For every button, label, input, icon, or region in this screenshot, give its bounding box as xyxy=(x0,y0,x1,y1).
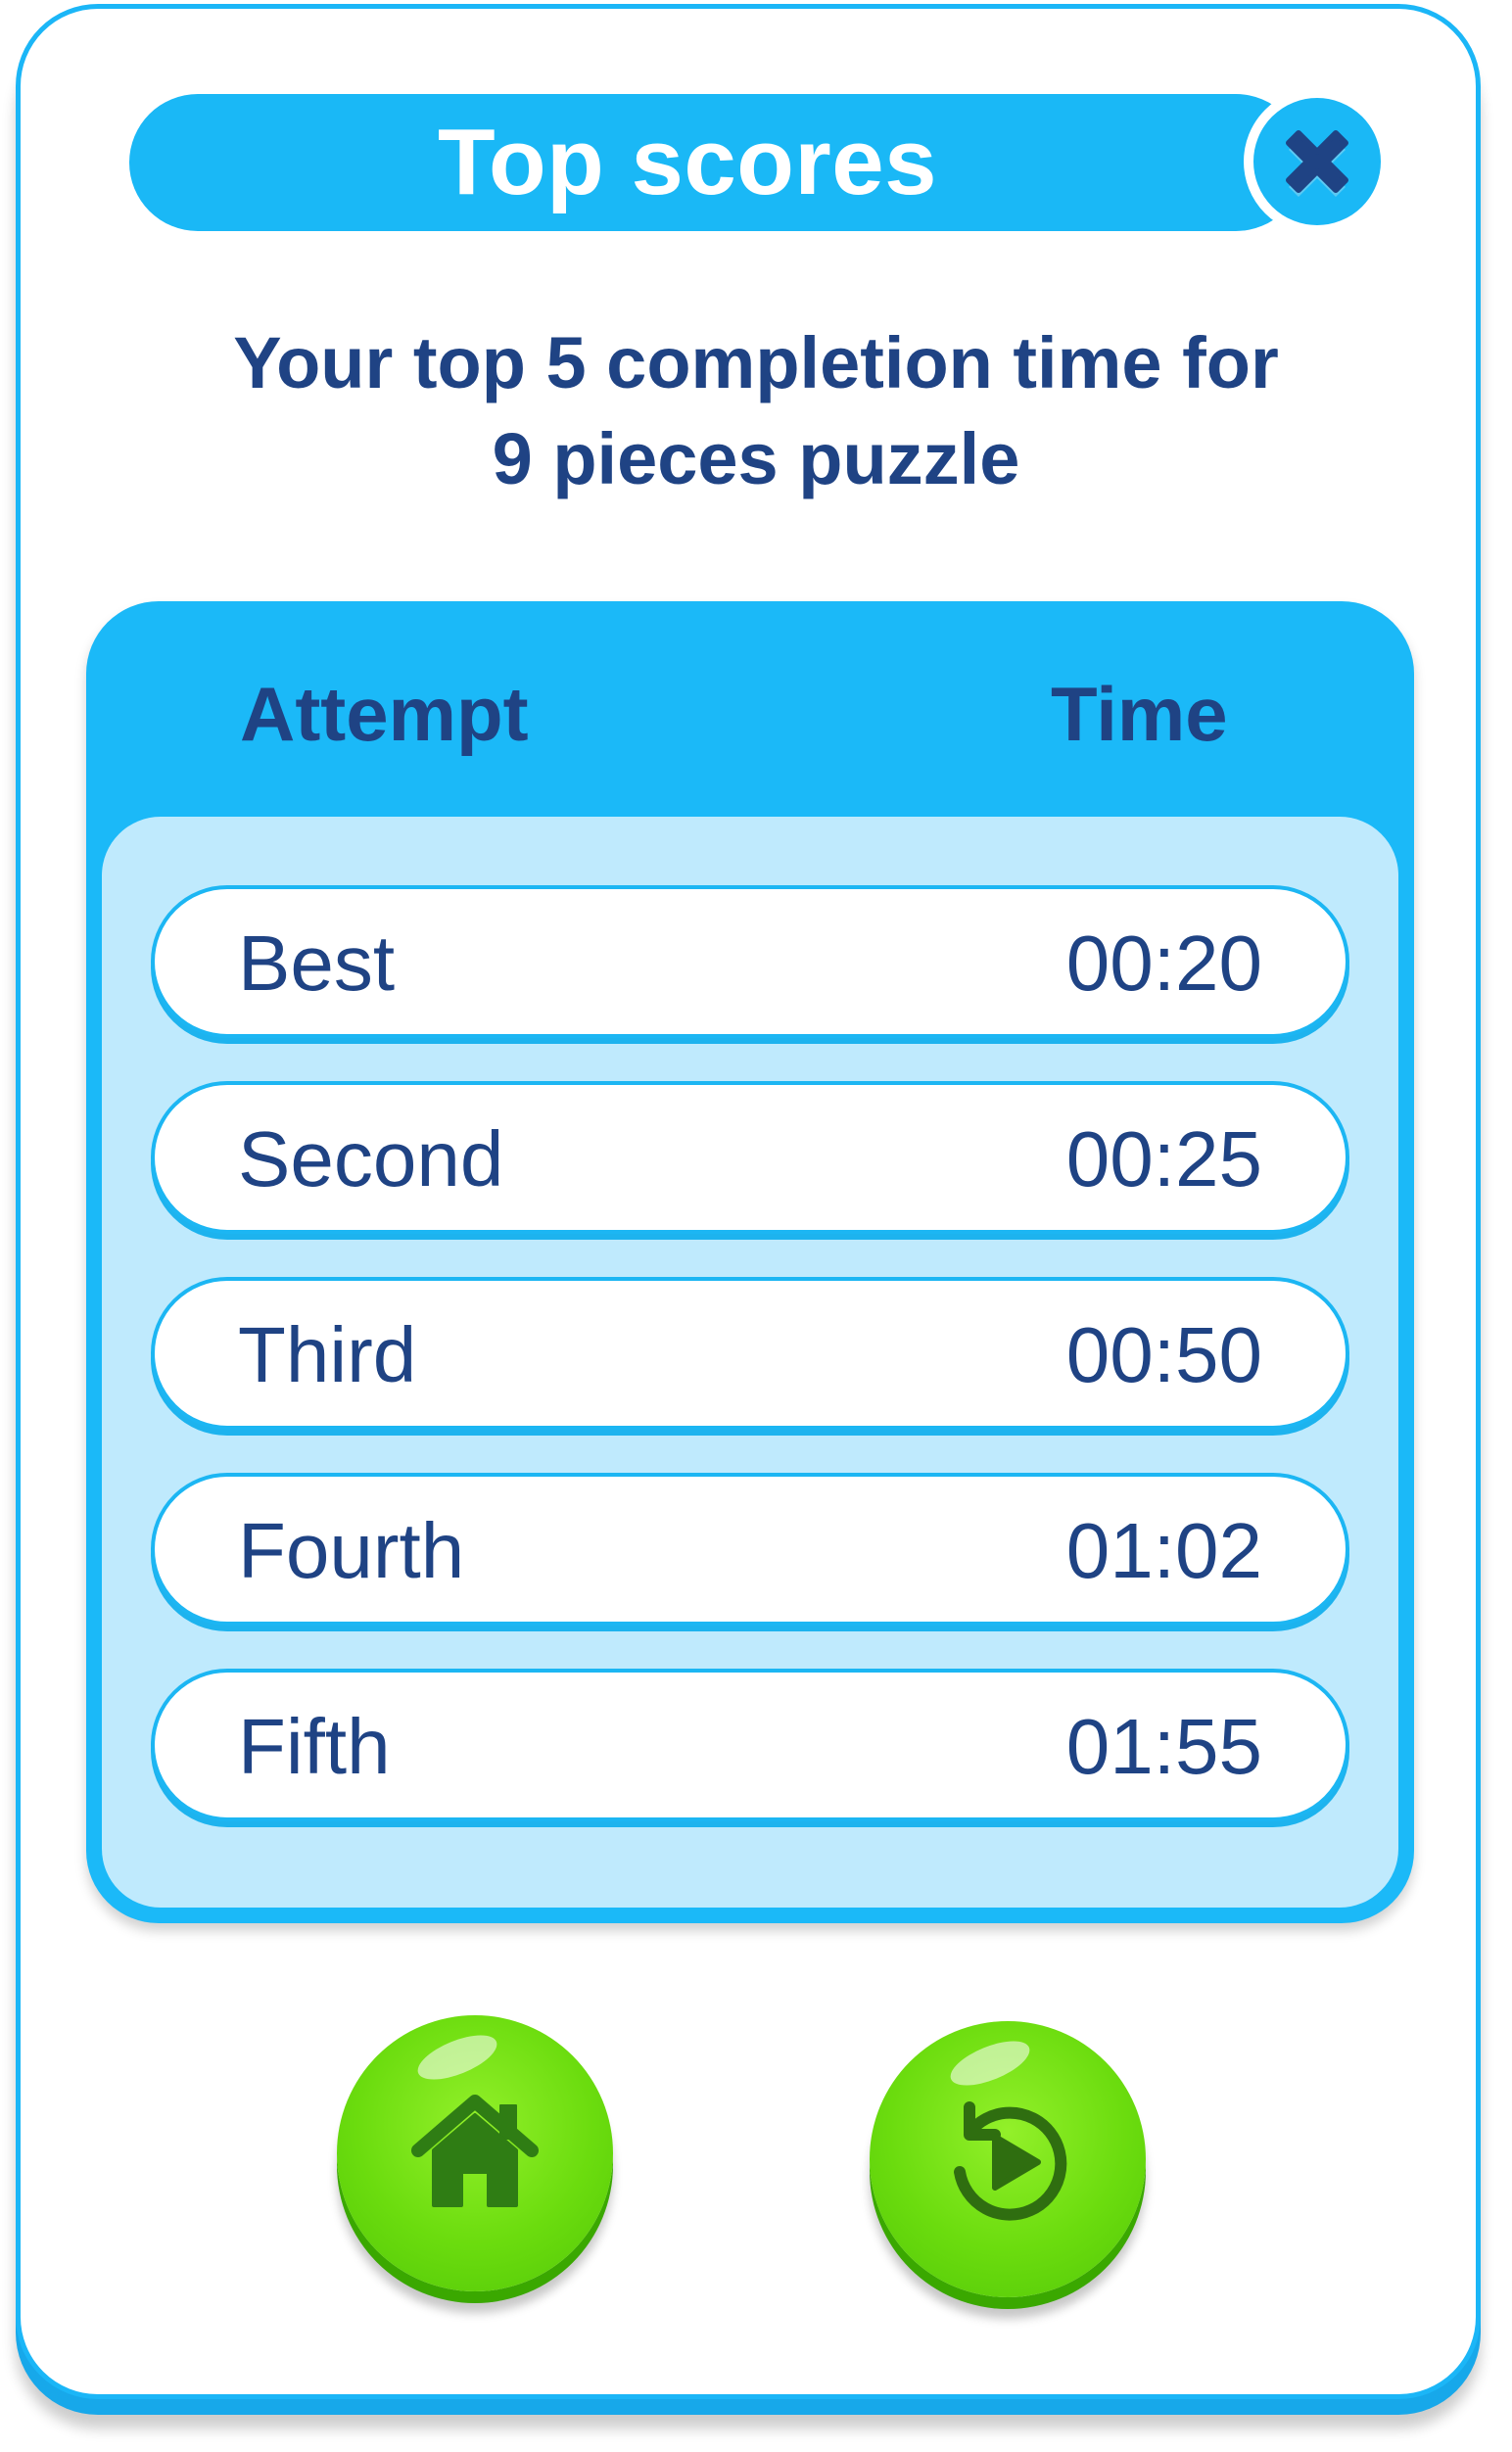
score-row-second: Second 00:25 xyxy=(151,1081,1349,1234)
row-label: Fifth xyxy=(238,1703,391,1790)
title-bar: Top scores xyxy=(129,94,1304,231)
header-attempt: Attempt xyxy=(240,671,529,757)
score-row-best: Best 00:20 xyxy=(151,885,1349,1038)
score-row-fourth: Fourth 01:02 xyxy=(151,1473,1349,1626)
row-label: Second xyxy=(238,1115,504,1202)
dialog-title: Top scores xyxy=(437,110,938,214)
header-time: Time xyxy=(1051,671,1228,757)
scores-table: Attempt Time Best 00:20 Second 00:25 Thi… xyxy=(86,601,1414,1923)
subtitle: Your top 5 completion time for 9 pieces … xyxy=(98,315,1414,507)
close-button[interactable] xyxy=(1244,88,1391,235)
subtitle-line-1: Your top 5 completion time for xyxy=(233,322,1279,403)
score-row-third: Third 00:50 xyxy=(151,1277,1349,1430)
replay-icon xyxy=(954,2101,1067,2221)
row-time: 00:50 xyxy=(1065,1311,1262,1398)
subtitle-line-2: 9 pieces puzzle xyxy=(492,418,1020,499)
scores-list: Best 00:20 Second 00:25 Third 00:50 Four… xyxy=(102,817,1398,1908)
row-time: 01:55 xyxy=(1065,1703,1262,1790)
row-time: 01:02 xyxy=(1065,1507,1262,1594)
replay-button[interactable] xyxy=(870,2021,1146,2297)
row-label: Best xyxy=(238,920,396,1007)
close-x-icon xyxy=(1286,130,1348,197)
row-time: 00:20 xyxy=(1065,920,1262,1007)
button-shine xyxy=(411,2026,503,2089)
row-time: 00:25 xyxy=(1065,1115,1262,1202)
row-label: Fourth xyxy=(238,1507,465,1594)
row-label: Third xyxy=(238,1311,417,1398)
score-row-fifth: Fifth 01:55 xyxy=(151,1669,1349,1821)
home-icon xyxy=(411,2095,539,2207)
home-button[interactable] xyxy=(337,2015,613,2291)
